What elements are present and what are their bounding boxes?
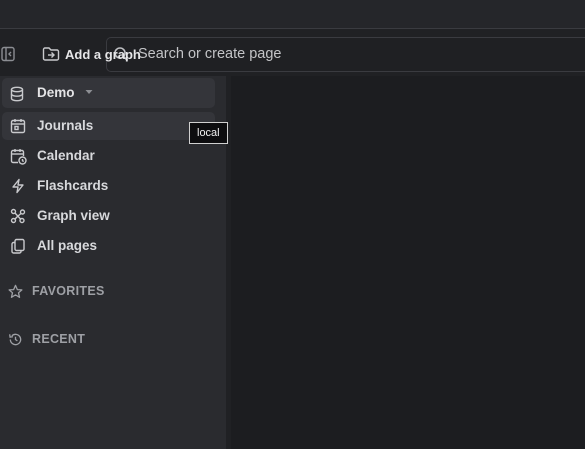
title-bar [0, 0, 585, 29]
sidebar-toggle-icon [1, 46, 15, 62]
graph-tooltip: local [189, 122, 228, 144]
sidebar-item-label: All pages [37, 238, 98, 253]
sidebar-item-all-pages[interactable]: All pages [2, 232, 215, 260]
bolt-icon [10, 178, 26, 194]
sidebar-item-flashcards[interactable]: Flashcards [2, 172, 215, 200]
sidebar-toggle-button[interactable] [0, 45, 16, 63]
graph-name: Demo [37, 85, 75, 100]
sidebar-item-calendar[interactable]: Calendar [2, 142, 215, 170]
database-icon [10, 86, 24, 102]
recent-section-header[interactable]: RECENT [8, 329, 85, 349]
folder-plus-icon [42, 46, 60, 62]
add-graph-button[interactable]: Add a graph [38, 41, 145, 67]
caret-down-icon [84, 87, 94, 97]
star-icon [8, 284, 23, 299]
sidebar-item-label: Flashcards [37, 178, 109, 193]
search-bar[interactable]: Search or create page [106, 37, 585, 72]
sidebar-item-label: Graph view [37, 208, 110, 223]
calendar-day-icon [10, 118, 26, 134]
add-graph-label: Add a graph [65, 46, 141, 62]
history-icon [8, 332, 23, 347]
search-placeholder: Search or create page [138, 46, 282, 62]
pages-icon [10, 238, 26, 254]
app-window: Search or create page Add a graph Demo J… [0, 0, 585, 449]
main-content [231, 76, 585, 449]
sidebar-item-label: Journals [37, 118, 94, 133]
graph-nodes-icon [10, 208, 26, 224]
recent-label: RECENT [32, 332, 86, 346]
favorites-label: FAVORITES [32, 284, 105, 298]
sidebar-item-label: Calendar [37, 148, 95, 163]
favorites-section-header[interactable]: FAVORITES [8, 281, 105, 301]
sidebar-item-graph-view[interactable]: Graph view [2, 202, 215, 230]
sidebar-item-journals[interactable]: Journals [2, 112, 215, 140]
graph-selector[interactable]: Demo [2, 78, 215, 108]
calendar-clock-icon [10, 148, 27, 165]
